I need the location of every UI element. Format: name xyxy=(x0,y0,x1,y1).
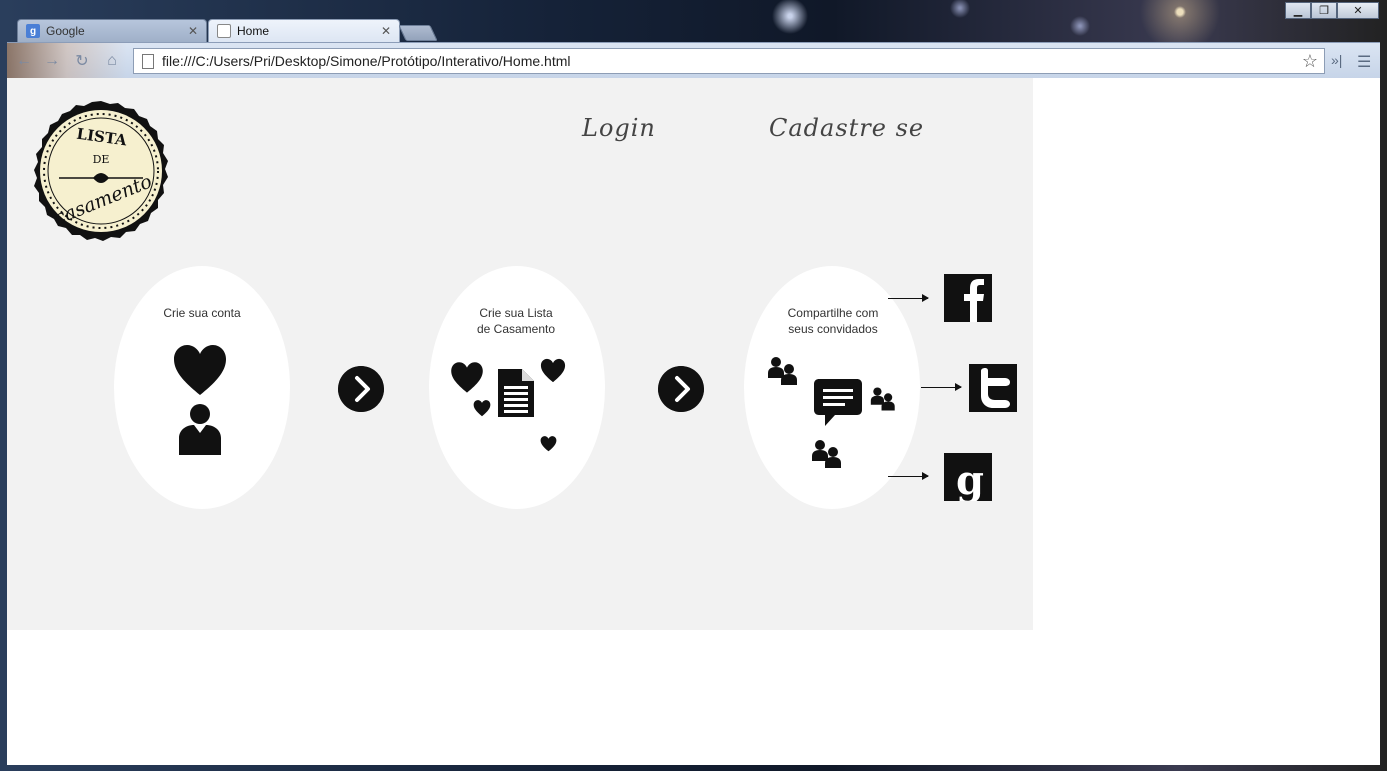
login-link[interactable]: Login xyxy=(582,114,656,142)
page-viewport: LISTA DE casamento Login Cadastre se Cri… xyxy=(7,78,1380,765)
tab-label: Google xyxy=(46,24,85,38)
tab-label: Home xyxy=(237,24,270,38)
chat-bubble-icon xyxy=(814,379,862,426)
step-label: Crie sua conta xyxy=(163,306,241,320)
signup-link[interactable]: Cadastre se xyxy=(769,114,924,142)
minimize-button[interactable]: ▁ xyxy=(1285,2,1311,19)
back-arrow-icon[interactable]: ← xyxy=(15,52,33,70)
forward-arrow-icon[interactable]: → xyxy=(43,52,61,70)
logo-text-de: DE xyxy=(93,153,110,166)
address-url[interactable]: file:///C:/Users/Pri/Desktop/Simone/Prot… xyxy=(162,53,1302,69)
close-icon[interactable]: ✕ xyxy=(381,24,391,38)
star-icon[interactable]: ☆ xyxy=(1302,51,1318,72)
browser-window: g Google ✕ Home ✕ ▁ ❐ ✕ ← → ↻ ⌂ file:///… xyxy=(0,0,1387,771)
address-bar[interactable]: file:///C:/Users/Pri/Desktop/Simone/Prot… xyxy=(133,48,1325,74)
users-icon xyxy=(870,387,895,411)
browser-toolbar: ← → ↻ ⌂ file:///C:/Users/Pri/Desktop/Sim… xyxy=(7,42,1380,79)
next-step-arrow-icon[interactable] xyxy=(338,366,384,412)
next-step-arrow-icon[interactable] xyxy=(658,366,704,412)
tab-home[interactable]: Home ✕ xyxy=(208,19,400,42)
user-icon xyxy=(179,404,221,455)
window-controls: ▁ ❐ ✕ xyxy=(1285,2,1379,19)
heart-icon xyxy=(473,400,491,417)
facebook-icon[interactable] xyxy=(944,274,992,322)
google-plus-icon[interactable]: g xyxy=(944,453,992,501)
heart-icon xyxy=(540,358,566,383)
page-icon xyxy=(142,53,154,69)
new-tab-button[interactable] xyxy=(398,25,438,41)
close-window-button[interactable]: ✕ xyxy=(1337,2,1379,19)
arrow-line xyxy=(888,294,929,302)
extensions-overflow-icon[interactable]: »| xyxy=(1331,52,1342,68)
twitter-icon[interactable] xyxy=(969,364,1017,412)
arrow-line xyxy=(921,383,962,391)
users-icon xyxy=(768,357,797,385)
document-icon xyxy=(498,369,534,417)
google-g-icon: g xyxy=(26,24,40,38)
lista-de-casamento-logo[interactable]: LISTA DE casamento xyxy=(31,100,171,242)
reload-icon[interactable]: ↻ xyxy=(73,52,91,70)
heart-icon xyxy=(540,436,557,452)
maximize-button[interactable]: ❐ xyxy=(1311,2,1337,19)
tab-google[interactable]: g Google ✕ xyxy=(17,19,207,42)
page-icon xyxy=(217,24,231,38)
home-icon[interactable]: ⌂ xyxy=(103,52,121,70)
title-bar: g Google ✕ Home ✕ ▁ ❐ ✕ xyxy=(0,0,1387,42)
svg-text:g: g xyxy=(956,457,984,501)
close-icon[interactable]: ✕ xyxy=(188,24,198,38)
arrow-line xyxy=(888,472,929,480)
step-label: Crie sua Lista de Casamento xyxy=(476,306,556,336)
users-icon xyxy=(812,440,841,468)
menu-icon[interactable]: ☰ xyxy=(1357,52,1371,72)
home-page: LISTA DE casamento Login Cadastre se Cri… xyxy=(7,78,1033,630)
heart-icon xyxy=(451,362,483,393)
step-label: Compartilhe com seus convidados xyxy=(787,306,879,336)
